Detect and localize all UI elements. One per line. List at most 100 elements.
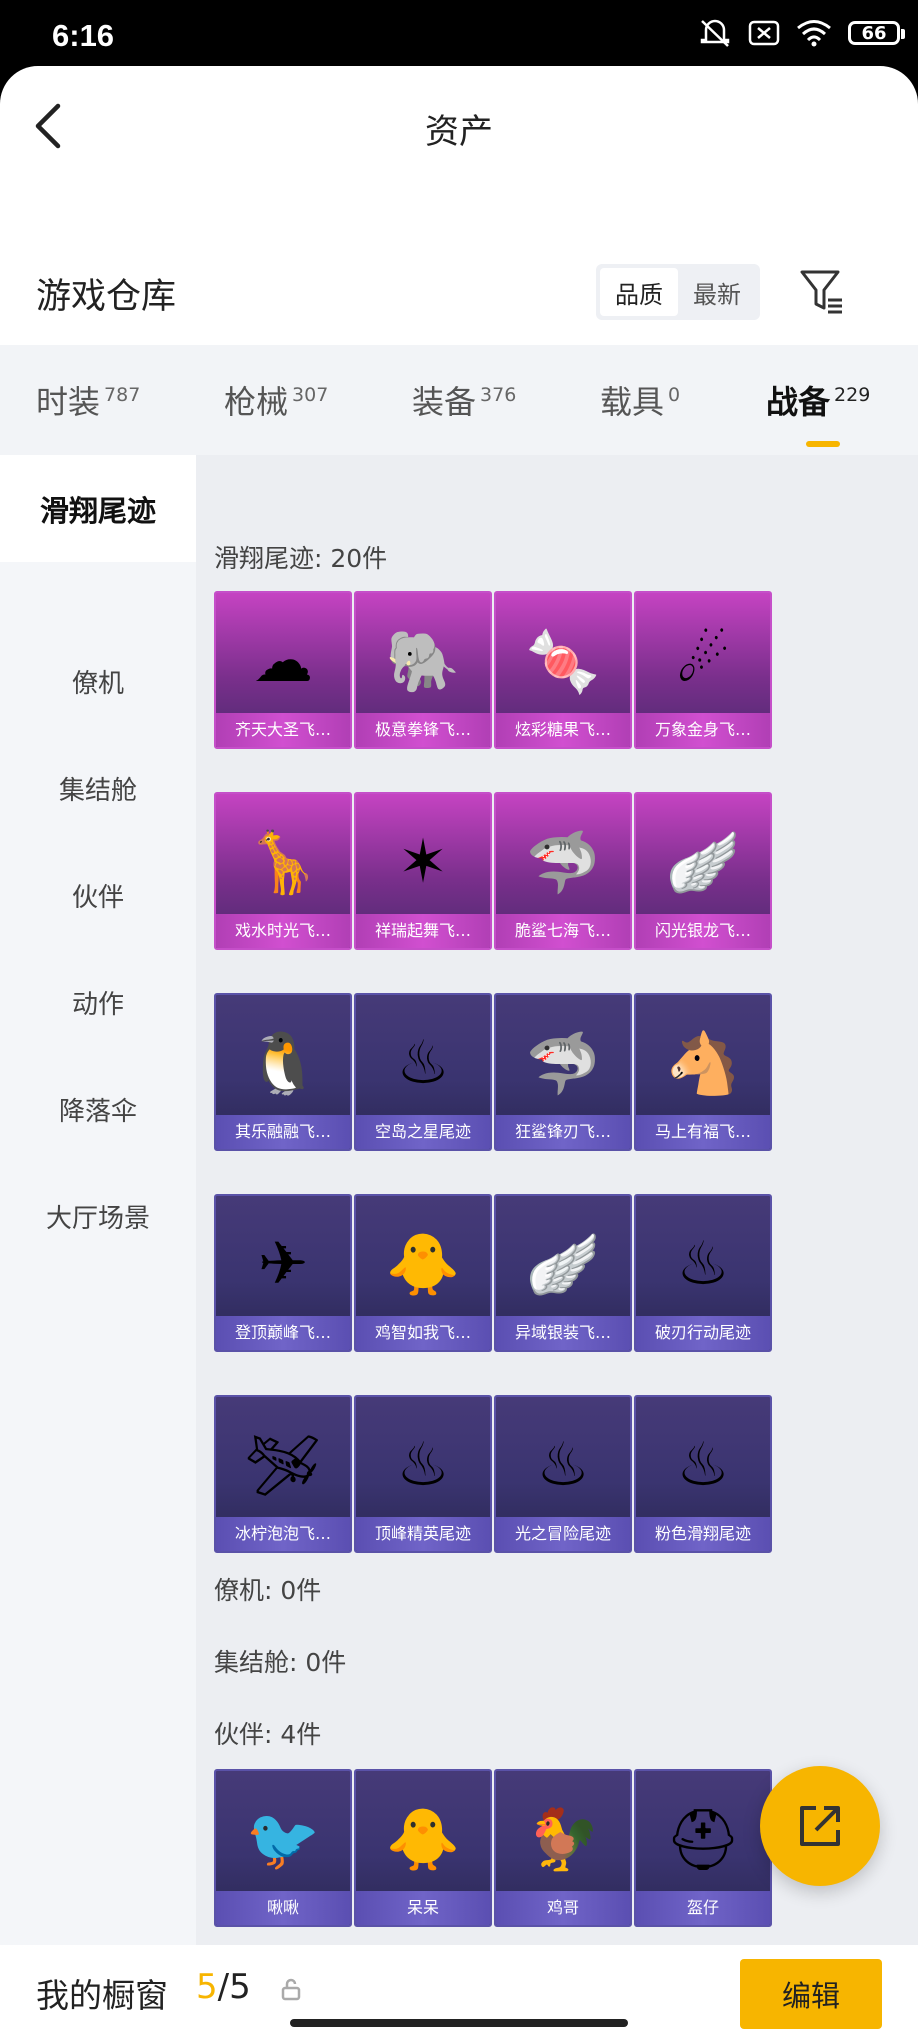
tab-count: 229: [834, 384, 871, 407]
close-box-icon: [748, 19, 780, 47]
item-card[interactable]: 🛩 冰柠泡泡飞…: [214, 1395, 352, 1553]
elephant-icon: 🐘: [385, 626, 461, 697]
smoke-trail-icon: ♨: [396, 1430, 450, 1500]
item-card[interactable]: 🐥 呆呆: [354, 1769, 492, 1927]
tab-count: 307: [292, 384, 329, 407]
showcase-label: 我的橱窗: [36, 1976, 168, 2015]
item-name: 鸡哥: [496, 1891, 630, 1925]
edit-button[interactable]: 编辑: [740, 1959, 882, 2029]
item-card[interactable]: 🪽 闪光银龙飞…: [634, 792, 772, 950]
tab-fashion[interactable]: 时装 787: [36, 377, 140, 423]
lock-icon: [280, 1977, 302, 2001]
fire-trail-icon: ☄: [676, 626, 730, 696]
sort-quality-option[interactable]: 品质: [600, 268, 678, 316]
tab-count: 0: [668, 384, 681, 407]
item-card[interactable]: 🐴 马上有福飞…: [634, 993, 772, 1151]
showcase-count: 5/5: [196, 1967, 251, 2007]
horse-icon: 🐴: [665, 1028, 741, 1099]
bird-icon: 🐦: [245, 1804, 321, 1875]
tab-label: 战备: [766, 383, 831, 421]
item-name: 极意拳锋飞…: [356, 713, 490, 747]
item-card[interactable]: ♨ 粉色滑翔尾迹: [634, 1395, 772, 1553]
chick-icon: 🐥: [385, 1229, 461, 1300]
item-card[interactable]: ♨ 空岛之星尾迹: [354, 993, 492, 1151]
helmet-icon: ⛑: [664, 1804, 742, 1875]
item-card[interactable]: 🐘 极意拳锋飞…: [354, 591, 492, 749]
smoke-trail-icon: ♨: [536, 1430, 590, 1500]
jet-icon: ✈: [257, 1229, 309, 1299]
penguin-icon: 🐧: [245, 1028, 321, 1099]
item-card[interactable]: ♨ 顶峰精英尾迹: [354, 1395, 492, 1553]
home-indicator: [290, 2019, 628, 2027]
item-card[interactable]: ☁ 齐天大圣飞…: [214, 591, 352, 749]
item-card[interactable]: 🦈 脆鲨七海飞…: [494, 792, 632, 950]
item-card[interactable]: ✶ 祥瑞起舞飞…: [354, 792, 492, 950]
rooster-icon: 🐓: [525, 1804, 601, 1875]
showcase-count-current: 5: [196, 1967, 218, 2007]
showcase-count-total: /5: [217, 1967, 251, 2007]
item-name: 呆呆: [356, 1891, 490, 1925]
category-sidebar: 滑翔尾迹 僚机 集结舱 伙伴 动作 降落伞 大厅场景: [0, 455, 196, 1945]
smoke-trail-icon: ♨: [676, 1430, 730, 1500]
filter-icon: [800, 270, 842, 314]
item-name: 破刃行动尾迹: [636, 1316, 770, 1350]
item-name: 戏水时光飞…: [216, 914, 350, 948]
sidebar-item-emote[interactable]: 动作: [0, 984, 196, 1021]
share-fab-button[interactable]: [760, 1766, 880, 1886]
item-card[interactable]: ✈ 登顶巅峰飞…: [214, 1194, 352, 1352]
item-card[interactable]: ⛑ 盔仔: [634, 1769, 772, 1927]
section-label-pod: 集结舱: 0件: [214, 1648, 347, 1677]
item-card[interactable]: ♨ 破刃行动尾迹: [634, 1194, 772, 1352]
item-name: 祥瑞起舞飞…: [356, 914, 490, 948]
shark-icon: 🦈: [525, 1028, 601, 1099]
filter-button[interactable]: [798, 266, 846, 318]
sidebar-item-glide-trail[interactable]: 滑翔尾迹: [0, 455, 196, 562]
tab-gear[interactable]: 装备 376: [412, 377, 516, 423]
smoke-trail-icon: ♨: [676, 1229, 730, 1299]
mute-icon: [698, 18, 732, 48]
section-label-partner: 伙伴: 4件: [214, 1720, 322, 1749]
sidebar-item-lobby-scene[interactable]: 大厅场景: [0, 1198, 196, 1235]
item-card[interactable]: 🍬 炫彩糖果飞…: [494, 591, 632, 749]
item-card[interactable]: ♨ 光之冒险尾迹: [494, 1395, 632, 1553]
item-card[interactable]: ☄ 万象金身飞…: [634, 591, 772, 749]
top-nav: 资产: [0, 66, 918, 186]
item-name: 齐天大圣飞…: [216, 713, 350, 747]
item-name: 马上有福飞…: [636, 1115, 770, 1149]
cloud-icon: ☁: [253, 626, 313, 696]
item-card[interactable]: 🪽 异域银装飞…: [494, 1194, 632, 1352]
item-name: 异域银装飞…: [496, 1316, 630, 1350]
item-name: 顶峰精英尾迹: [356, 1517, 490, 1551]
item-card[interactable]: 🦒 戏水时光飞…: [214, 792, 352, 950]
item-card[interactable]: 🐓 鸡哥: [494, 1769, 632, 1927]
shark-icon: 🦈: [525, 827, 601, 898]
tab-label: 载具: [600, 383, 665, 421]
page-title: 资产: [425, 112, 493, 152]
tab-vehicles[interactable]: 载具 0: [600, 377, 680, 423]
item-name: 冰柠泡泡飞…: [216, 1517, 350, 1551]
tab-combat-prep[interactable]: 战备 229: [766, 377, 870, 423]
sidebar-item-rally-pod[interactable]: 集结舱: [0, 770, 196, 807]
item-card[interactable]: 🐥 鸡智如我飞…: [354, 1194, 492, 1352]
item-name: 空岛之星尾迹: [356, 1115, 490, 1149]
tab-guns[interactable]: 枪械 307: [224, 377, 328, 423]
item-name: 其乐融融飞…: [216, 1115, 350, 1149]
item-name: 盔仔: [636, 1891, 770, 1925]
item-card[interactable]: 🦈 狂鲨锋刃飞…: [494, 993, 632, 1151]
chick-icon: 🐥: [385, 1804, 461, 1875]
sidebar-item-parachute[interactable]: 降落伞: [0, 1091, 196, 1128]
sidebar-item-wingman[interactable]: 僚机: [0, 663, 196, 700]
item-name: 狂鲨锋刃飞…: [496, 1115, 630, 1149]
sort-newest-option[interactable]: 最新: [678, 268, 756, 316]
share-icon: [800, 1806, 840, 1846]
item-card[interactable]: 🐧 其乐融融飞…: [214, 993, 352, 1151]
item-name: 闪光银龙飞…: [636, 914, 770, 948]
item-card[interactable]: 🐦 啾啾: [214, 1769, 352, 1927]
wifi-icon: [796, 19, 832, 47]
wing-icon: 🪽: [525, 1229, 601, 1300]
app-window: 资产 游戏仓库 品质 最新 时装 787 枪械 307 装备 376 载具 0 战备 22…: [0, 66, 918, 2040]
warehouse-title: 游戏仓库: [36, 277, 177, 317]
sidebar-item-partner[interactable]: 伙伴: [0, 877, 196, 914]
item-content: 滑翔尾迹: 20件 ☁ 齐天大圣飞… 🐘 极意拳锋飞… 🍬 炫彩糖果飞… ☄ 万象金身飞… 🦒 戏…: [196, 455, 918, 1945]
tab-label: 枪械: [224, 383, 289, 421]
